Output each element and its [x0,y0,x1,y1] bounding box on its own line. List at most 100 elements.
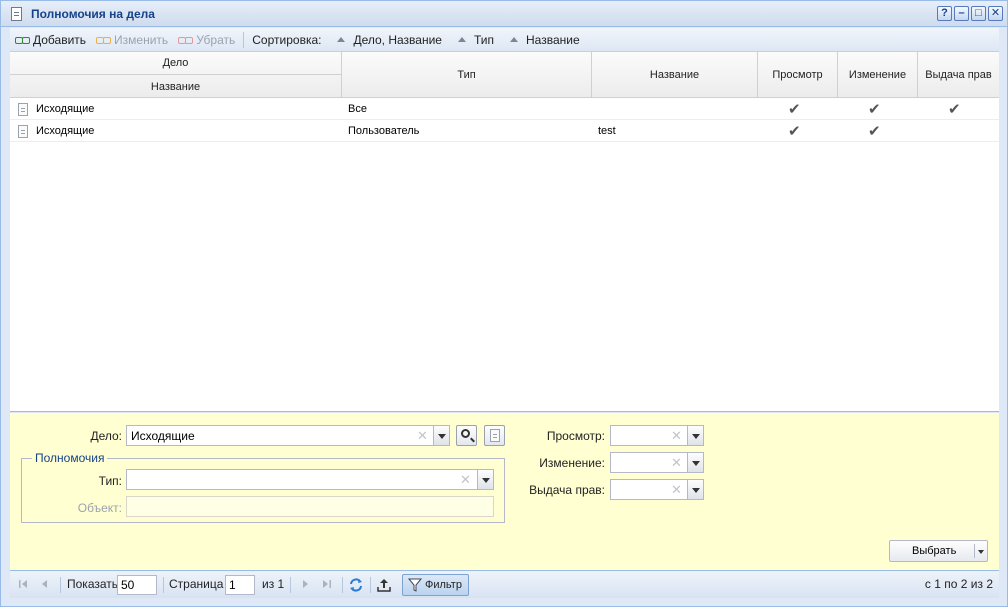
clear-icon[interactable]: ✕ [671,455,682,471]
pager-separator [290,577,291,593]
sort-item-label: Название [526,32,580,47]
toolbar: Добавить Изменить Убрать Сортировка: Дел… [10,28,999,52]
view-combo[interactable]: ✕ [610,425,704,446]
refresh-icon[interactable] [348,577,364,593]
dropdown-trigger[interactable] [687,479,704,500]
permissions-window: Полномочия на дела ? – □ ✕ Добавить Изме… [0,0,1008,607]
column-edit[interactable]: Изменение [838,52,918,98]
delo-combo[interactable]: Исходящие ✕ [126,425,450,446]
dropdown-trigger[interactable] [477,469,494,490]
pick-button[interactable]: Выбрать [889,540,988,562]
first-page-icon[interactable] [18,579,28,589]
row-edit-check: ✔ [868,120,881,142]
grant-label: Выдача прав: [529,483,605,497]
sort-label: Сортировка: [252,32,322,47]
sort-item-type[interactable]: Тип [447,30,499,50]
checkmark-icon: ✔ [868,123,881,140]
window-buttons: ? – □ ✕ [937,6,1003,21]
sort-item-label: Тип [473,32,494,47]
view-label: Просмотр: [546,429,605,443]
row-delo: Исходящие [36,103,95,115]
column-grant[interactable]: Выдача прав [918,52,999,98]
export-icon[interactable] [376,577,392,593]
object-label: Объект: [77,501,122,515]
chevron-down-icon[interactable] [978,550,984,554]
sort-asc-icon [457,37,466,42]
show-label: Показать [67,577,119,591]
page-count: из 1 [262,577,285,591]
delo-label: Дело: [90,429,122,443]
dropdown-trigger[interactable] [433,425,450,446]
clear-icon[interactable]: ✕ [417,428,428,444]
checkmark-icon: ✔ [788,101,801,118]
column-type[interactable]: Тип [342,52,592,98]
dropdown-trigger[interactable] [687,452,704,473]
checkmark-icon: ✔ [868,101,881,118]
filter-button[interactable]: Фильтр [402,574,469,596]
table-row[interactable]: Исходящие Пользователь test ✔ ✔ [10,120,999,142]
link-remove-icon [178,36,194,44]
funnel-icon [408,578,422,592]
close-button[interactable]: ✕ [988,6,1003,21]
open-document-button[interactable] [484,425,505,446]
minimize-button[interactable]: – [954,6,969,21]
split-separator [974,544,975,558]
clear-icon[interactable]: ✕ [460,472,471,488]
add-label: Добавить [33,32,87,47]
grid-header: Дело Название Тип Название Просмотр Изме… [10,52,999,98]
remove-button[interactable]: Убрать [173,30,240,50]
edit-combo[interactable]: ✕ [610,452,704,473]
edit-label: Изменение: [539,456,605,470]
next-page-icon[interactable] [300,579,310,589]
permissions-grid: Дело Название Тип Название Просмотр Изме… [10,52,999,412]
last-page-icon[interactable] [322,579,332,589]
document-icon [18,124,28,138]
pager-separator [370,577,371,593]
search-button[interactable] [456,425,477,446]
column-name[interactable]: Название [592,52,758,98]
clear-icon[interactable]: ✕ [671,482,682,498]
sort-asc-icon [337,37,346,42]
type-combo[interactable]: ✕ [126,469,494,490]
column-delo-name[interactable]: Название [10,75,342,98]
pager-separator [342,577,343,593]
edit-label: Изменить [114,32,169,47]
edit-button[interactable]: Изменить [91,30,173,50]
page-input[interactable]: 1 [225,575,255,595]
dropdown-trigger[interactable] [687,425,704,446]
paging-toolbar: Показать 50 Страница 1 из 1 Фильтр с 1 п… [10,570,999,598]
sort-item-name[interactable]: Название [499,30,585,50]
sort-item-label: Дело, Название [353,32,442,47]
maximize-button[interactable]: □ [971,6,986,21]
table-row[interactable]: Исходящие Все ✔ ✔ ✔ [10,98,999,120]
clear-icon[interactable]: ✕ [671,428,682,444]
row-delo-cell: Исходящие [18,98,94,120]
permissions-fieldset: Полномочия Тип: ✕ Объект: [21,451,505,523]
row-delo-cell: Исходящие [18,120,94,142]
link-edit-icon [96,36,112,44]
pager-separator [163,577,164,593]
document-icon [18,102,28,116]
row-type: Пользователь [348,125,420,137]
add-button[interactable]: Добавить [10,30,91,50]
row-view-check: ✔ [788,98,801,120]
search-icon [461,429,470,438]
grant-combo[interactable]: ✕ [610,479,704,500]
column-view[interactable]: Просмотр [758,52,838,98]
prev-page-icon[interactable] [40,579,50,589]
row-name: test [598,125,616,137]
column-group-delo: Дело [10,52,342,75]
checkmark-icon: ✔ [948,101,961,118]
link-add-icon [15,36,30,44]
delo-value: Исходящие [131,429,195,443]
filter-form: Дело: Исходящие ✕ Полномочия Тип: ✕ Объе… [10,413,999,570]
checkmark-icon: ✔ [788,123,801,140]
page-size-input[interactable]: 50 [117,575,157,595]
window-titlebar: Полномочия на дела ? – □ ✕ [1,1,1007,27]
filter-label: Фильтр [425,579,462,591]
sort-item-delo-name[interactable]: Дело, Название [326,30,447,50]
row-edit-check: ✔ [868,98,881,120]
remove-label: Убрать [196,32,236,47]
document-icon [11,7,22,21]
help-button[interactable]: ? [937,6,952,21]
